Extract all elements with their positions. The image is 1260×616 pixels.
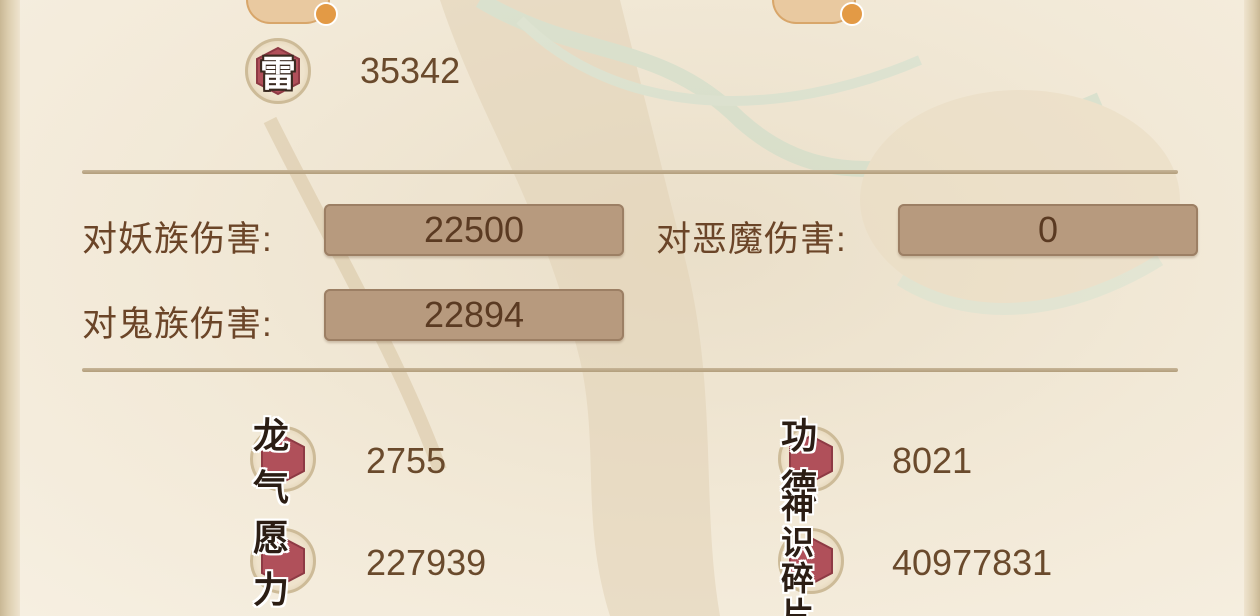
damage-ghost-value-box: 22894 [324, 289, 624, 341]
shenshi-value: 40977831 [892, 542, 1053, 583]
gongde-label: 功德 [781, 415, 817, 508]
yuanli-value: 227939 [366, 542, 487, 583]
divider-top [82, 170, 1178, 174]
top-right-badge[interactable] [772, 0, 864, 26]
shenshi-label-line2: 碎片 [781, 560, 814, 616]
panel-frame-left [0, 0, 20, 616]
thunder-icon-label: 雷 [259, 53, 296, 94]
yuanli-label: 愿力 [253, 517, 289, 610]
thunder-element-icon: 雷 [245, 38, 311, 104]
damage-ghost-label: 对鬼族伤害: [82, 305, 273, 344]
attribute-panel: 雷 35342 对妖族伤害: 22500 对恶魔伤害: 0 对鬼族伤害: 228… [20, 0, 1244, 616]
gongde-icon: 功德 [778, 415, 844, 508]
damage-demon-value-box: 0 [898, 204, 1198, 256]
yuanli-icon: 愿力 [250, 517, 316, 610]
shenshi-icon: 神识 碎片 [778, 489, 844, 616]
shield-badge-icon [840, 2, 864, 26]
damage-yao-value-box: 22500 [324, 204, 624, 256]
damage-yao-label: 对妖族伤害: [82, 220, 273, 259]
panel-frame-right [1244, 0, 1260, 616]
divider-bottom [82, 368, 1178, 372]
longqi-value: 2755 [366, 440, 447, 481]
longqi-icon: 龙气 [250, 415, 316, 508]
damage-demon-label: 对恶魔伤害: [656, 220, 847, 259]
gongde-value: 8021 [892, 440, 973, 481]
alert-badge-icon [314, 2, 338, 26]
shenshi-label: 神识 碎片 [781, 489, 841, 616]
longqi-label: 龙气 [253, 415, 289, 508]
top-left-badge[interactable] [246, 0, 338, 26]
shenshi-label-line1: 神识 [781, 488, 814, 561]
thunder-value: 35342 [360, 50, 461, 91]
